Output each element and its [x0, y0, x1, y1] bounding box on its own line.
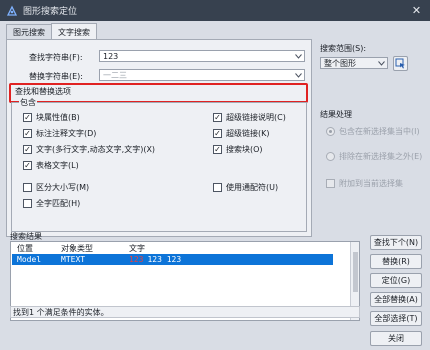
chevron-down-icon[interactable] [377, 59, 385, 68]
row-text: 123 123 123 [129, 255, 181, 264]
column-location[interactable]: 位置 [17, 243, 33, 254]
replace-value: 一二三 [103, 70, 127, 80]
table-text-checkbox[interactable]: ✓ 表格文字(L) [23, 160, 79, 171]
checkbox-box[interactable]: ✓ [23, 113, 32, 122]
row-text-rest: 123 123 [147, 255, 182, 264]
hyperlink-desc-checkbox[interactable]: ✓ 超级链接说明(C) [213, 112, 286, 123]
match-case-checkbox[interactable]: 区分大小写(M) [23, 182, 89, 193]
chevron-down-icon[interactable] [294, 52, 302, 61]
hyperlink-desc-label: 超级链接说明(C) [226, 113, 286, 122]
tab-text-search[interactable]: 文字搜索 [51, 23, 97, 40]
include-new-radio[interactable]: 包含在新选择集当中(I) [326, 126, 420, 137]
locate-button[interactable]: 定位(G) [370, 273, 422, 288]
find-value: 123 [103, 51, 119, 61]
checkbox-box[interactable] [213, 183, 222, 192]
scope-value: 整个图形 [324, 58, 356, 68]
replace-button[interactable]: 替换(R) [370, 254, 422, 269]
replace-all-button[interactable]: 全部替换(A) [370, 292, 422, 307]
checkbox-box[interactable] [23, 183, 32, 192]
row-text-match: 123 [129, 255, 144, 264]
exclude-new-radio[interactable]: 排除在新选择集之外(E) [326, 151, 422, 162]
block-attr-label: 块属性值(B) [36, 113, 80, 122]
close-icon[interactable]: ✕ [409, 3, 424, 18]
result-handling-title: 结果处理 [320, 110, 352, 119]
append-label: 附加到当前选择集 [339, 179, 403, 188]
select-all-button[interactable]: 全部选择(T) [370, 311, 422, 326]
select-objects-icon[interactable] [393, 56, 408, 71]
checkbox-box[interactable]: ✓ [213, 129, 222, 138]
find-next-button[interactable]: 查找下个(N) [370, 235, 422, 250]
chevron-down-icon[interactable] [294, 71, 302, 80]
checkbox-box[interactable]: ✓ [213, 145, 222, 154]
text-label: 文字(多行文字,动态文字,文字)(X) [36, 145, 156, 154]
match-case-label: 区分大小写(M) [36, 183, 90, 192]
row-location: Model [17, 255, 42, 264]
close-button[interactable]: 关闭 [370, 331, 422, 346]
search-block-label: 搜索块(O) [226, 145, 263, 154]
replace-label: 替换字符串(E): [29, 72, 83, 81]
find-input[interactable]: 123 [99, 50, 305, 62]
include-label: 包含 [19, 97, 37, 108]
status-bar: 找到1 个满足条件的实体。 [10, 306, 360, 318]
hyperlink-label: 超级链接(K) [226, 129, 270, 138]
append-checkbox[interactable]: 附加到当前选择集 [326, 178, 403, 189]
checkbox-box[interactable]: ✓ [23, 129, 32, 138]
text-search-panel: 查找字符串(F): 123 替换字符串(E): 一二三 查找和替换选项 包含 ✓… [6, 39, 312, 237]
block-attr-checkbox[interactable]: ✓ 块属性值(B) [23, 112, 80, 123]
text-checkbox[interactable]: ✓ 文字(多行文字,动态文字,文字)(X) [23, 144, 155, 155]
row-type: MTEXT [61, 255, 86, 264]
column-type[interactable]: 对象类型 [61, 243, 93, 254]
scope-label: 搜索范围(S): [320, 44, 367, 53]
tab-strip: 图元搜索 文字搜索 [6, 23, 97, 40]
options-group-title: 查找和替换选项 [15, 87, 71, 96]
include-new-label: 包含在新选择集当中(I) [339, 127, 420, 136]
table-text-label: 表格文字(L) [36, 161, 79, 170]
window-title: 图形搜索定位 [23, 7, 78, 17]
wildcard-label: 使用通配符(U) [226, 183, 279, 192]
radio-circle[interactable] [326, 152, 335, 161]
whole-word-checkbox[interactable]: 全字匹配(H) [23, 198, 80, 209]
checkbox-box[interactable] [23, 199, 32, 208]
search-block-checkbox[interactable]: ✓ 搜索块(O) [213, 144, 263, 155]
results-header: 位置 对象类型 文字 [11, 242, 359, 254]
title-bar: 图形搜索定位 ✕ [0, 0, 430, 21]
dim-text-checkbox[interactable]: ✓ 标注注释文字(D) [23, 128, 96, 139]
table-row[interactable]: Model MTEXT 123 123 123 [12, 254, 333, 265]
checkbox-box[interactable] [326, 179, 335, 188]
hyperlink-checkbox[interactable]: ✓ 超级链接(K) [213, 128, 270, 139]
checkbox-box[interactable]: ✓ [23, 161, 32, 170]
column-text[interactable]: 文字 [129, 243, 145, 254]
dialog-body: 图元搜索 文字搜索 查找字符串(F): 123 替换字符串(E): 一二三 查找… [0, 21, 430, 350]
exclude-new-label: 排除在新选择集之外(E) [339, 152, 423, 161]
checkbox-box[interactable]: ✓ [213, 113, 222, 122]
app-icon [6, 5, 18, 17]
find-label: 查找字符串(F): [29, 53, 83, 62]
dim-text-label: 标注注释文字(D) [36, 129, 97, 138]
wildcard-checkbox[interactable]: 使用通配符(U) [213, 182, 278, 193]
replace-input[interactable]: 一二三 [99, 69, 305, 81]
radio-circle[interactable] [326, 127, 335, 136]
scrollbar-thumb[interactable] [353, 252, 358, 292]
status-text: 找到1 个满足条件的实体。 [13, 307, 109, 317]
scope-select[interactable]: 整个图形 [320, 57, 388, 69]
whole-word-label: 全字匹配(H) [36, 199, 81, 208]
checkbox-box[interactable]: ✓ [23, 145, 32, 154]
tab-entity-search[interactable]: 图元搜索 [6, 24, 52, 40]
